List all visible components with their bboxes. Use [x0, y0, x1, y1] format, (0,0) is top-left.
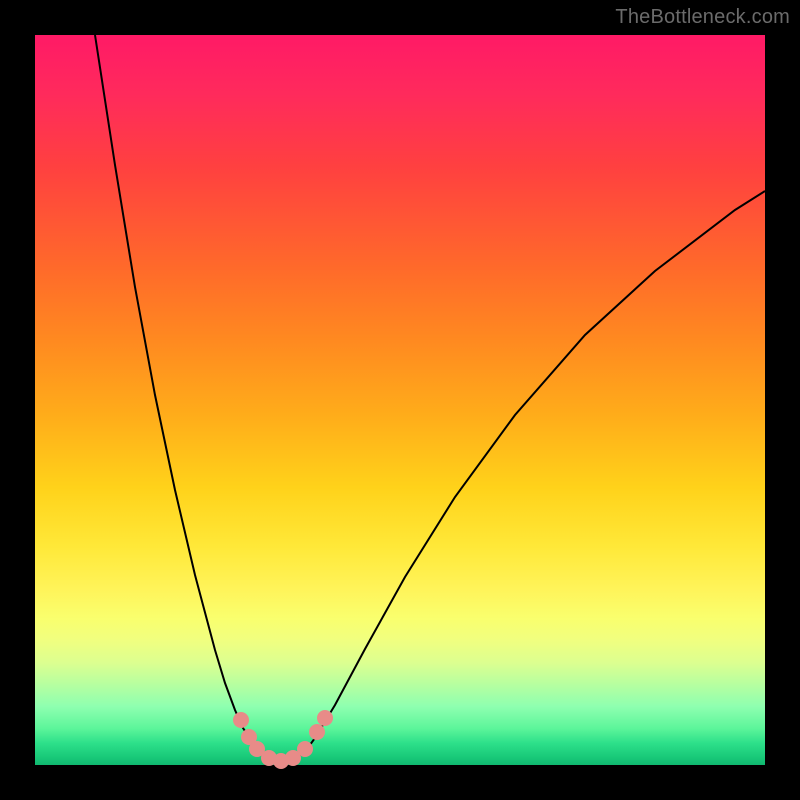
bottleneck-curve	[95, 35, 765, 761]
valley-marker	[317, 710, 333, 726]
plot-area	[35, 35, 765, 765]
valley-markers	[233, 710, 333, 769]
watermark-text: TheBottleneck.com	[615, 6, 790, 29]
valley-marker	[297, 741, 313, 757]
chart-frame: TheBottleneck.com	[0, 0, 800, 800]
curve-layer	[35, 35, 765, 765]
valley-marker	[233, 712, 249, 728]
valley-marker	[309, 724, 325, 740]
